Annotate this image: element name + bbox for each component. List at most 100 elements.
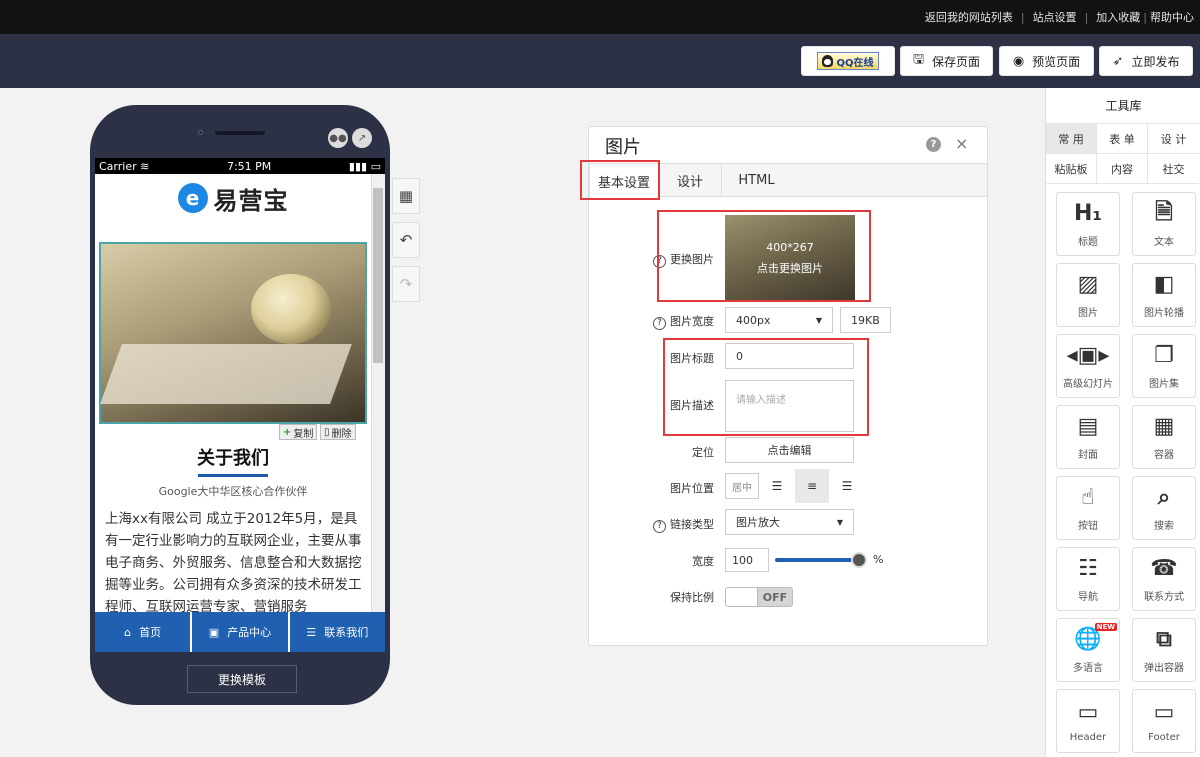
separator: | <box>1084 10 1089 24</box>
wifi-icon: ≋ <box>140 159 150 173</box>
qq-badge: QQ在线 <box>817 52 879 70</box>
wechat-icon[interactable]: ●● <box>328 128 348 148</box>
position-label: 定位 <box>692 446 714 459</box>
tab-content[interactable]: 内容 <box>1097 154 1148 184</box>
link-site-settings[interactable]: 站点设置 <box>1033 9 1077 25</box>
scale-stepper[interactable]: 100 <box>725 548 769 572</box>
header: QQ在线 🖫 保存页面 ◉ 预览页面 ➶ 立即发布 <box>0 34 1200 88</box>
chevron-down-icon: ▼ <box>836 517 843 527</box>
link-type-select[interactable]: 图片放大 ▼ <box>725 509 854 535</box>
link-help-center[interactable]: 帮助中心 <box>1150 9 1194 25</box>
tool-label: Header <box>1069 731 1107 743</box>
nav-contact[interactable]: ☰ 联系我们 <box>289 612 385 652</box>
plus-icon: + <box>283 426 292 438</box>
nav-products[interactable]: ▣ 产品中心 <box>192 612 290 652</box>
preview-page-button[interactable]: ◉ 预览页面 <box>999 46 1094 76</box>
send-icon: ➶ <box>1112 53 1124 69</box>
publish-label: 立即发布 <box>1131 54 1180 69</box>
battery-icon: ▮▮▮ ▭ <box>348 159 381 173</box>
image-bulb <box>251 274 331 344</box>
container-icon: ▦ <box>1153 414 1175 439</box>
tool-cover[interactable]: ▤ 封面 <box>1056 405 1120 469</box>
logo-text: 易营宝 <box>213 186 289 215</box>
save-page-button[interactable]: 🖫 保存页面 <box>900 46 993 76</box>
tool-contact[interactable]: ☎ 联系方式 <box>1132 547 1196 611</box>
highlight-title-desc <box>663 338 869 436</box>
publish-button[interactable]: ➶ 立即发布 <box>1099 46 1193 76</box>
link-add-favorite[interactable]: 加入收藏 <box>1096 9 1140 25</box>
file-size: 19KB <box>840 307 891 333</box>
tool-footer[interactable]: ▭ Footer <box>1132 689 1196 753</box>
undo-icon[interactable]: ↶ <box>392 222 420 258</box>
tool-heading[interactable]: H₁ 标题 <box>1056 192 1120 256</box>
change-template-button[interactable]: 更换模板 <box>187 665 297 693</box>
chevron-down-icon: ▼ <box>815 315 822 325</box>
status-time: 7:51 PM <box>226 159 272 173</box>
contact-icon: ☎ <box>1150 556 1178 581</box>
tool-button[interactable]: ☝ 按钮 <box>1056 476 1120 540</box>
bottom-nav: ⌂ 首页 ▣ 产品中心 ☰ 联系我们 <box>95 612 385 652</box>
tab-html[interactable]: HTML <box>721 164 791 197</box>
tab-form[interactable]: 表 单 <box>1097 124 1148 154</box>
footer-icon: ▭ <box>1153 700 1175 725</box>
button-icon: ☝ <box>1081 485 1095 510</box>
tool-multilang[interactable]: NEW 🌐 多语言 <box>1056 618 1120 682</box>
nav-home[interactable]: ⌂ 首页 <box>95 612 193 652</box>
scrollbar-thumb[interactable] <box>373 188 383 363</box>
about-subtitle: Google大中华区核心合作伙伴 <box>158 485 308 498</box>
tab-design[interactable]: 设计 <box>659 164 721 197</box>
align-center-icon[interactable]: ≡ <box>795 469 829 503</box>
tool-nav[interactable]: ☷ 导航 <box>1056 547 1120 611</box>
toolbox-title: 工具库 <box>1046 88 1200 124</box>
link-type-text: 链接类型 <box>670 518 714 531</box>
edit-position-button[interactable]: 点击编辑 <box>725 437 854 463</box>
help-icon[interactable]: ? <box>926 137 941 152</box>
nav-home-label: 首页 <box>139 626 162 639</box>
carousel-icon: ◧ <box>1153 272 1175 297</box>
redo-icon[interactable]: ↷ <box>392 266 420 302</box>
tool-label: 联系方式 <box>1144 591 1184 603</box>
align-left-icon[interactable]: ☰ <box>760 469 794 503</box>
tab-social[interactable]: 社交 <box>1148 154 1199 184</box>
weibo-icon[interactable]: ↗ <box>352 128 372 148</box>
site-logo[interactable]: e 易营宝 <box>95 178 371 218</box>
keep-ratio-toggle[interactable]: OFF <box>725 587 793 607</box>
tool-gallery[interactable]: ❐ 图片集 <box>1132 334 1196 398</box>
delete-label: 删除 <box>331 428 352 440</box>
tool-carousel[interactable]: ◧ 图片轮播 <box>1132 263 1196 327</box>
tool-label: 搜索 <box>1154 520 1174 532</box>
width-value: 400px <box>736 313 771 327</box>
tool-text[interactable]: 🗎 文本 <box>1132 192 1196 256</box>
delete-button[interactable]: ▯ 删除 <box>320 424 356 440</box>
gallery-icon: ❐ <box>1154 343 1174 368</box>
tool-header[interactable]: ▭ Header <box>1056 689 1120 753</box>
scale-slider[interactable] <box>775 558 859 562</box>
tool-search[interactable]: ⌕ 搜索 <box>1132 476 1196 540</box>
home-icon: ⌂ <box>124 625 132 639</box>
popup-icon: ⧉ <box>1156 627 1172 652</box>
tab-clipboard[interactable]: 粘贴板 <box>1046 154 1097 184</box>
link-site-list[interactable]: 返回我的网站列表 <box>925 9 1013 25</box>
copy-button[interactable]: + 复制 <box>279 424 318 440</box>
image-icon: ▨ <box>1077 272 1099 297</box>
tab-common[interactable]: 常 用 <box>1046 124 1097 154</box>
align-right-icon[interactable]: ☰ <box>830 469 864 503</box>
selected-image[interactable]: + 复制 ▯ 删除 <box>99 242 367 440</box>
tool-container[interactable]: ▦ 容器 <box>1132 405 1196 469</box>
eye-icon: ◉ <box>1012 53 1025 69</box>
tool-image[interactable]: ▨ 图片 <box>1056 263 1120 327</box>
tool-popup[interactable]: ⧉ 弹出容器 <box>1132 618 1196 682</box>
save-icon: 🖫 <box>912 52 925 67</box>
gallery-icon: ▣ <box>208 625 220 639</box>
cover-icon: ▤ <box>1077 414 1099 439</box>
question-icon: ? <box>653 520 666 533</box>
tab-design-tools[interactable]: 设 计 <box>1148 124 1199 154</box>
tool-slideshow[interactable]: ◂▣▸ 高级幻灯片 <box>1056 334 1120 398</box>
scale-slider-handle[interactable] <box>851 552 867 568</box>
grid-tool-icon[interactable]: ▦ <box>392 178 420 214</box>
width-select[interactable]: 400px ▼ <box>725 307 833 333</box>
scale-label: 宽度 <box>692 555 714 568</box>
tool-label: 按钮 <box>1078 520 1098 532</box>
qq-online-button[interactable]: QQ在线 <box>801 46 895 76</box>
close-icon[interactable]: × <box>955 134 968 153</box>
